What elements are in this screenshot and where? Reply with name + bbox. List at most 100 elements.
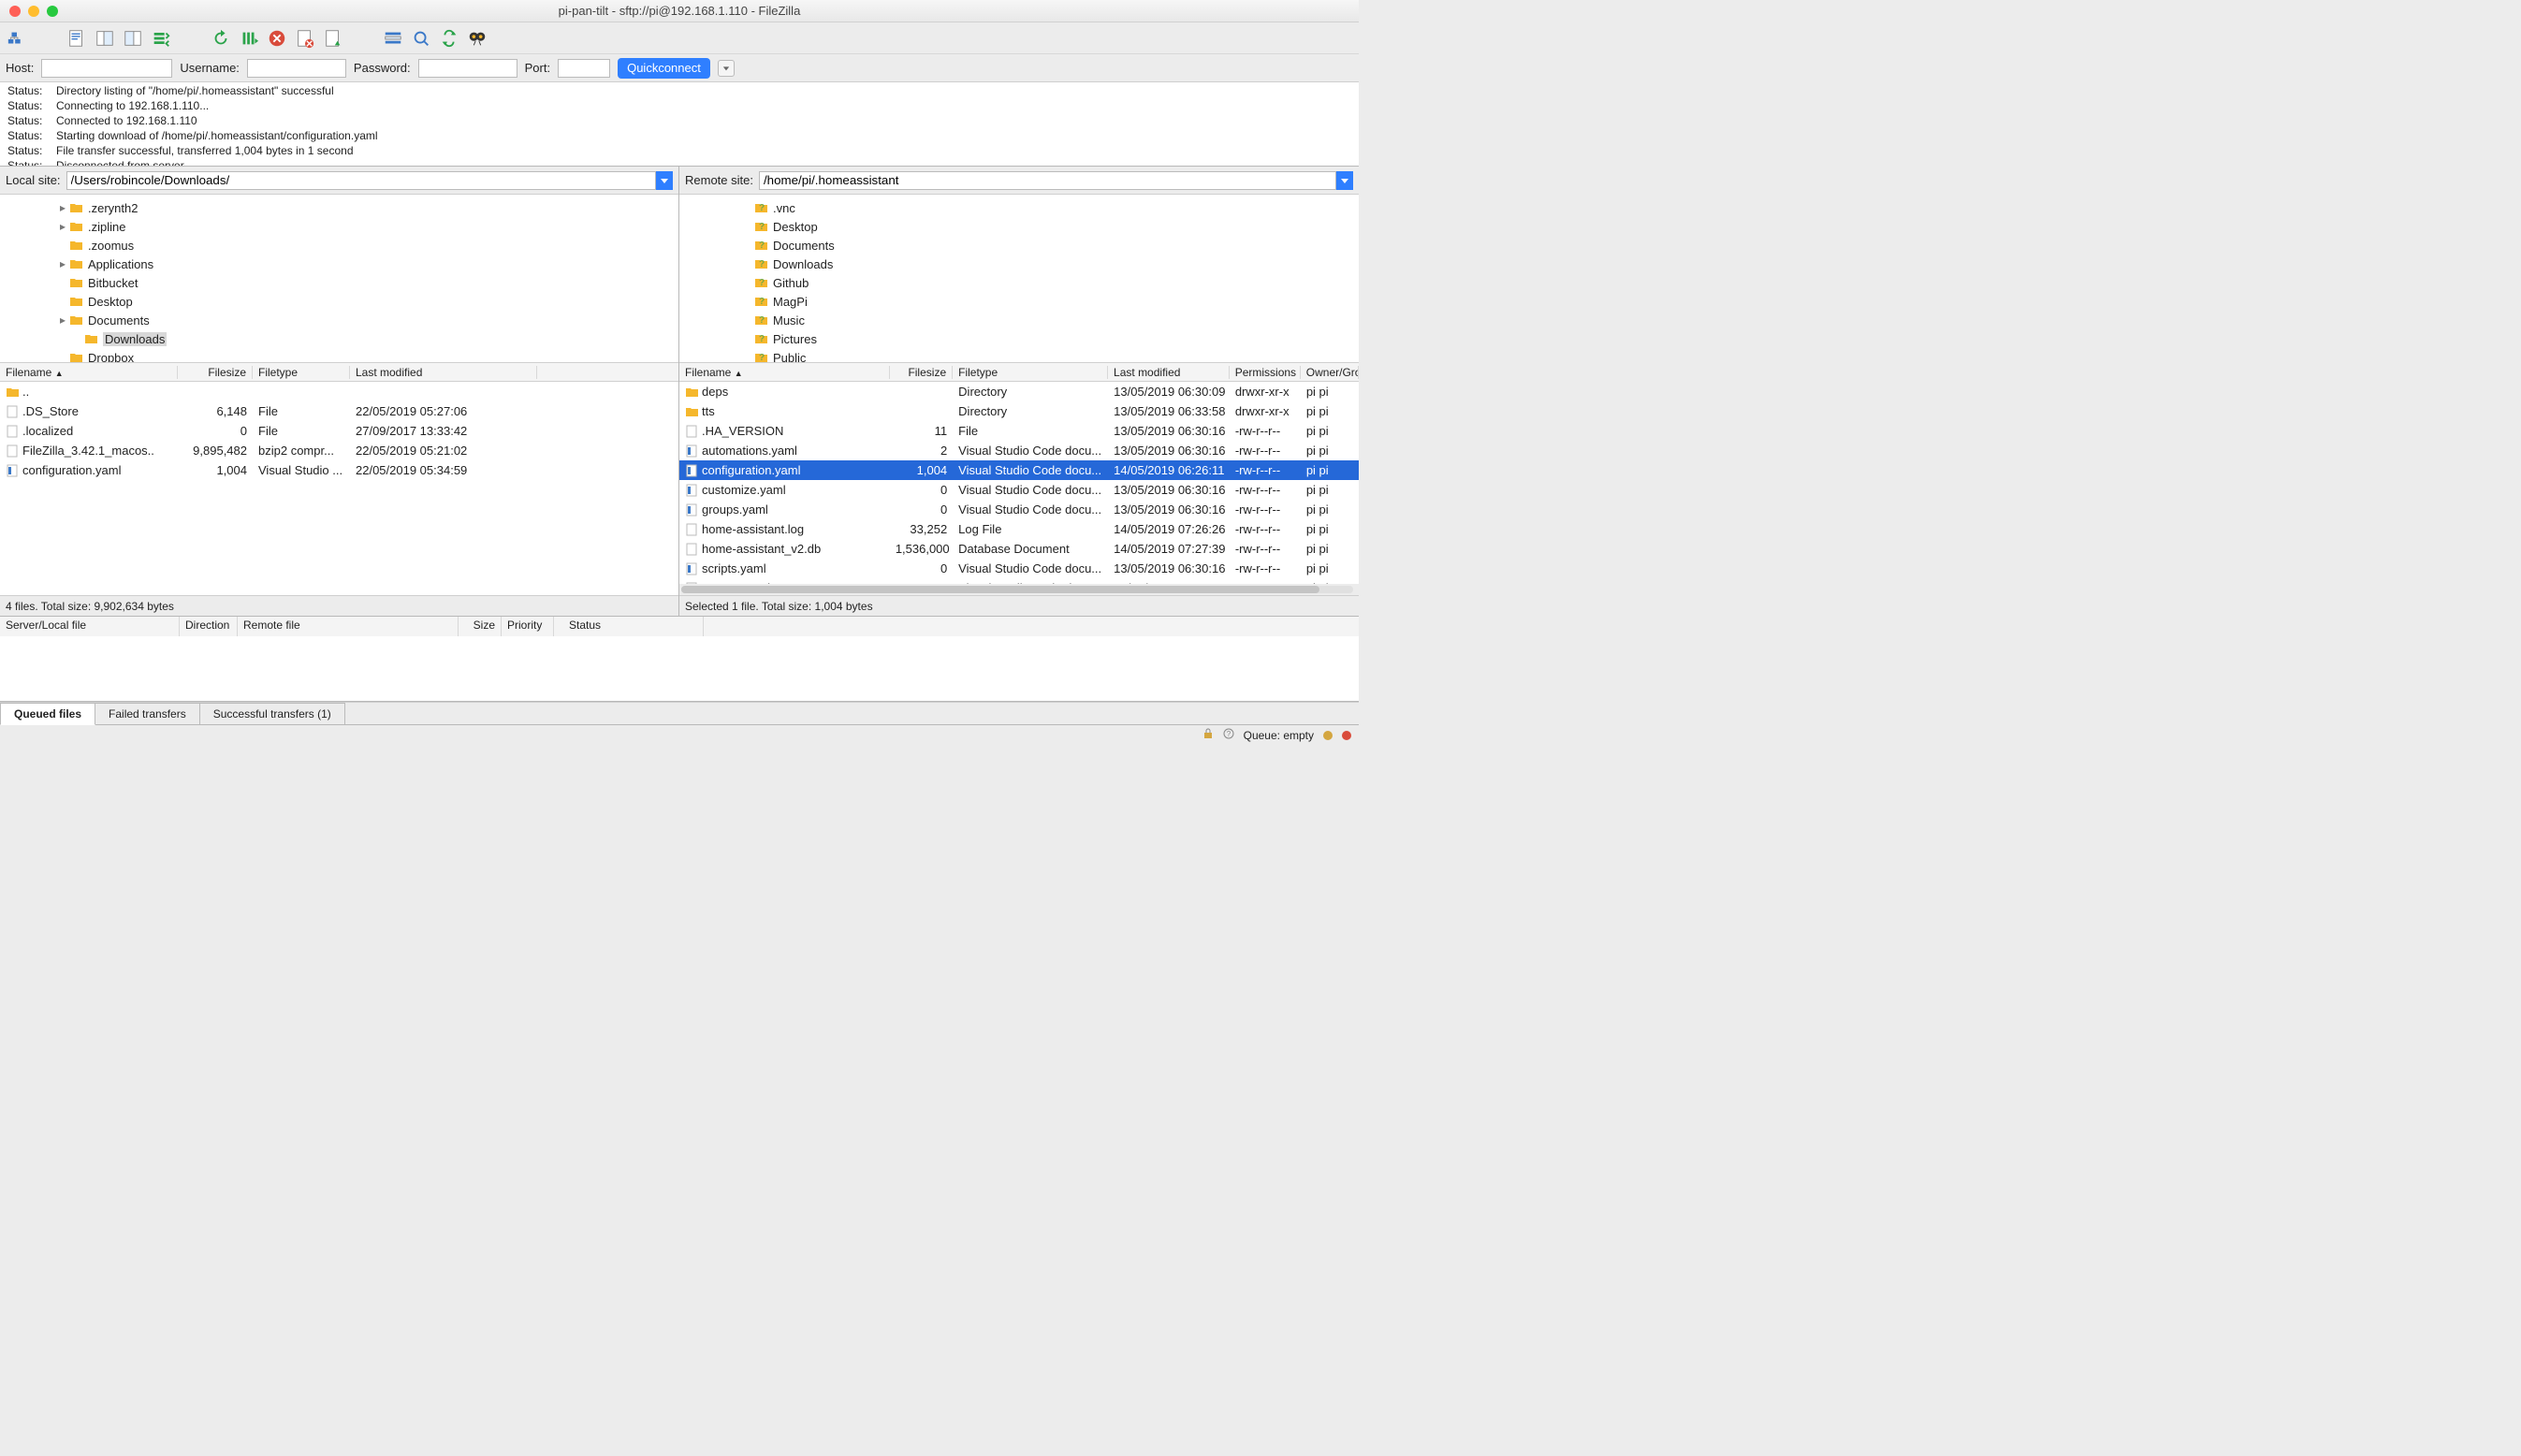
- minimize-window-button[interactable]: [28, 6, 39, 17]
- local-directory-tree[interactable]: ▸ .zerynth2 ▸.zipline.zoomus ▸ Applications B…: [0, 195, 678, 363]
- local-tree-item[interactable]: ▸Documents: [0, 311, 678, 329]
- folder-icon: [84, 332, 99, 345]
- remote-tree-item[interactable]: ?Github: [679, 273, 1359, 292]
- remote-tree-item[interactable]: ?Public: [679, 348, 1359, 363]
- svg-text:?: ?: [759, 222, 765, 232]
- refresh-icon[interactable]: [210, 27, 232, 50]
- quickconnect-button[interactable]: Quickconnect: [618, 58, 710, 79]
- remote-file-row[interactable]: scripts.yaml0Visual Studio Code docu...1…: [679, 559, 1359, 578]
- file-name: groups.yaml: [702, 502, 768, 517]
- message-log[interactable]: Status:Directory listing of "/home/pi/.h…: [0, 82, 1359, 167]
- synchronized-browsing-icon[interactable]: [438, 27, 460, 50]
- remote-tree-item[interactable]: ?MagPi: [679, 292, 1359, 311]
- remote-file-row[interactable]: ttsDirectory13/05/2019 06:33:58drwxr-xr-…: [679, 401, 1359, 421]
- remote-horizontal-scrollbar[interactable]: [681, 586, 1353, 593]
- expand-icon[interactable]: ▸: [56, 257, 69, 270]
- remote-tree-item[interactable]: ?.vnc: [679, 198, 1359, 217]
- local-tree-item[interactable]: ▸.zipline: [0, 217, 678, 236]
- remote-tree-item[interactable]: ?Pictures: [679, 329, 1359, 348]
- remote-file-row[interactable]: depsDirectory13/05/2019 06:30:09drwxr-xr…: [679, 382, 1359, 401]
- tab-queued-files[interactable]: Queued files: [0, 703, 95, 725]
- file-owner: pi pi: [1301, 444, 1359, 458]
- toggle-remote-tree-icon[interactable]: [122, 27, 144, 50]
- local-tree-item[interactable]: Desktop: [0, 292, 678, 311]
- directory-comparison-icon[interactable]: [410, 27, 432, 50]
- zoom-window-button[interactable]: [47, 6, 58, 17]
- remote-directory-tree[interactable]: ?.vnc? Desktop ?Documents?Downloads?Github…: [679, 195, 1359, 363]
- expand-icon[interactable]: ▸: [56, 201, 69, 214]
- toggle-log-icon[interactable]: [66, 27, 88, 50]
- remote-tree-item[interactable]: ? Desktop: [679, 217, 1359, 236]
- expand-icon[interactable]: ▸: [56, 313, 69, 327]
- queue-header[interactable]: Server/Local file Direction Remote file …: [0, 616, 1359, 636]
- queue-status-label: Queue: empty: [1244, 729, 1314, 742]
- remote-file-row[interactable]: home-assistant_v2.db1,536,000Database Do…: [679, 539, 1359, 559]
- file-permissions: -rw-r--r--: [1230, 444, 1301, 458]
- tree-item-label: Applications: [88, 257, 153, 271]
- local-file-row[interactable]: .localized0File27/09/2017 13:33:42: [0, 421, 678, 441]
- expand-icon[interactable]: ▸: [56, 220, 69, 233]
- toggle-local-tree-icon[interactable]: [94, 27, 116, 50]
- local-tree-item[interactable]: Downloads: [0, 329, 678, 348]
- disconnect-icon[interactable]: [294, 27, 316, 50]
- log-status-label: Status:: [7, 159, 54, 167]
- log-message: Starting download of /home/pi/.homeassis…: [56, 129, 389, 142]
- quickconnect-history-button[interactable]: [718, 60, 735, 77]
- remote-tree-item[interactable]: ?Downloads: [679, 255, 1359, 273]
- file-icon: [685, 562, 698, 575]
- help-icon[interactable]: ?: [1223, 728, 1234, 742]
- local-file-header[interactable]: Filename ▲ Filesize Filetype Last modifi…: [0, 363, 678, 382]
- directory-listing-filter-icon[interactable]: [382, 27, 404, 50]
- local-file-row[interactable]: configuration.yaml1,004Visual Studio ...…: [0, 460, 678, 480]
- local-tree-item[interactable]: .zoomus: [0, 236, 678, 255]
- password-input[interactable]: [418, 59, 517, 78]
- reconnect-icon[interactable]: [322, 27, 344, 50]
- local-file-row[interactable]: FileZilla_3.42.1_macos..9,895,482bzip2 c…: [0, 441, 678, 460]
- remote-file-list[interactable]: depsDirectory13/05/2019 06:30:09drwxr-xr…: [679, 382, 1359, 584]
- close-window-button[interactable]: [9, 6, 21, 17]
- port-input[interactable]: [558, 59, 610, 78]
- remote-file-row[interactable]: customize.yaml0Visual Studio Code docu..…: [679, 480, 1359, 500]
- tree-item-label: .vnc: [773, 201, 795, 215]
- local-tree-item[interactable]: Dropbox: [0, 348, 678, 363]
- tab-failed-transfers[interactable]: Failed transfers: [95, 703, 200, 724]
- local-file-list[interactable]: ...DS_Store6,148File22/05/2019 05:27:06.…: [0, 382, 678, 595]
- process-queue-icon[interactable]: [238, 27, 260, 50]
- host-input[interactable]: [41, 59, 172, 78]
- tree-item-label: .zerynth2: [88, 201, 138, 215]
- local-tree-item[interactable]: ▸ .zerynth2: [0, 198, 678, 217]
- cancel-icon[interactable]: [266, 27, 288, 50]
- remote-tree-item[interactable]: ?Music: [679, 311, 1359, 329]
- remote-path-input[interactable]: [759, 171, 1336, 190]
- remote-tree-item[interactable]: ?Documents: [679, 236, 1359, 255]
- toggle-queue-icon[interactable]: [150, 27, 172, 50]
- tab-successful-transfers[interactable]: Successful transfers (1): [199, 703, 345, 724]
- folder-icon: [69, 257, 84, 270]
- remote-file-row[interactable]: configuration.yaml1,004Visual Studio Cod…: [679, 460, 1359, 480]
- file-size: 157: [890, 581, 953, 584]
- remote-file-header[interactable]: Filename ▲ Filesize Filetype Last modifi…: [679, 363, 1359, 382]
- log-message: Connected to 192.168.1.110: [56, 114, 389, 127]
- lock-icon: [1202, 728, 1214, 742]
- local-tree-item[interactable]: Bitbucket: [0, 273, 678, 292]
- remote-file-row[interactable]: secrets.yaml157Visual Studio Code docu..…: [679, 578, 1359, 584]
- file-name: home-assistant.log: [702, 522, 804, 536]
- site-manager-icon[interactable]: [6, 27, 28, 50]
- file-type: Directory: [953, 404, 1108, 418]
- log-status-label: Status:: [7, 99, 54, 112]
- tree-item-label: Desktop: [773, 220, 818, 234]
- remote-file-row[interactable]: .HA_VERSION11File13/05/2019 06:30:16-rw-…: [679, 421, 1359, 441]
- file-search-icon[interactable]: [466, 27, 488, 50]
- local-file-row[interactable]: .DS_Store6,148File22/05/2019 05:27:06: [0, 401, 678, 421]
- local-file-row[interactable]: ..: [0, 382, 678, 401]
- local-path-input[interactable]: [66, 171, 656, 190]
- remote-file-row[interactable]: home-assistant.log33,252Log File14/05/20…: [679, 519, 1359, 539]
- file-icon: [685, 523, 698, 536]
- remote-path-dropdown[interactable]: [1336, 171, 1353, 190]
- queue-body[interactable]: [0, 636, 1359, 702]
- username-input[interactable]: [247, 59, 346, 78]
- remote-file-row[interactable]: groups.yaml0Visual Studio Code docu...13…: [679, 500, 1359, 519]
- local-tree-item[interactable]: ▸ Applications: [0, 255, 678, 273]
- remote-file-row[interactable]: automations.yaml2Visual Studio Code docu…: [679, 441, 1359, 460]
- local-path-dropdown[interactable]: [656, 171, 673, 190]
